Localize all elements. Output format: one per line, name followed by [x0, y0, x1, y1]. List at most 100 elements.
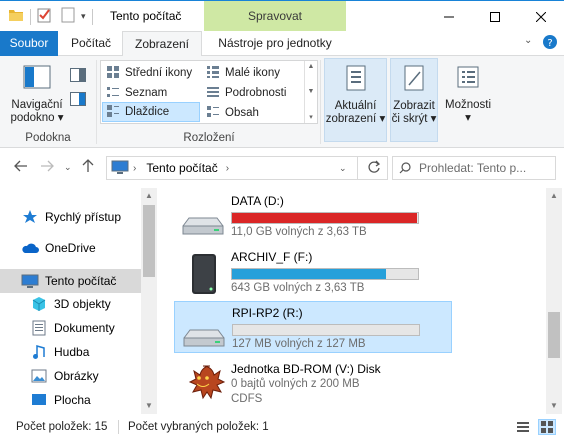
scroll-down-icon[interactable]: ▼ — [546, 398, 562, 414]
nav-item-quick-access[interactable]: Rychlý přístup — [0, 205, 143, 229]
large-icons-view-icon — [541, 421, 553, 433]
drive-filesystem: CDFS — [231, 393, 263, 405]
computer-icon — [111, 160, 129, 177]
drive-tile[interactable]: Jednotka BD-ROM (V:) Disk 0 bajtů volnýc… — [174, 358, 452, 414]
layout-medium-icons[interactable]: Střední ikony — [103, 63, 201, 83]
close-button[interactable] — [518, 1, 564, 32]
address-history-dropdown[interactable]: ⌄ — [339, 163, 347, 174]
layout-list[interactable]: Seznam — [103, 83, 201, 103]
help-button[interactable]: ? — [543, 35, 557, 49]
forward-button[interactable] — [40, 159, 54, 175]
pictures-icon — [30, 368, 48, 384]
drive-tile[interactable]: DATA (D:) 11,0 GB volných z 3,63 TB — [174, 190, 452, 242]
drive-usage-bar — [231, 212, 419, 224]
breadcrumb-separator-icon[interactable]: › — [133, 163, 136, 174]
chevron-down-icon: ⌄ — [524, 35, 533, 46]
layout-small-icons[interactable]: Malé ikony — [203, 63, 303, 83]
details-view-button[interactable] — [516, 420, 530, 437]
nav-item-this-pc[interactable]: Tento počítač — [0, 269, 143, 293]
drive-tile[interactable]: RPI-RP2 (R:) 127 MB volných z 127 MB — [174, 301, 452, 353]
arrow-left-icon — [14, 160, 27, 172]
tab-file[interactable]: Soubor — [0, 31, 58, 56]
drive-name: Jednotka BD-ROM (V:) Disk — [231, 362, 381, 376]
content-scrollbar[interactable]: ▲ ▼ — [546, 188, 562, 414]
drive-tile[interactable]: ARCHIV_F (F:) 643 GB volných z 3,63 TB — [174, 246, 452, 298]
title-bar: ▾ Tento počítač Spravovat — [0, 0, 564, 32]
svg-text:?: ? — [547, 38, 552, 49]
content-scroll-thumb[interactable] — [548, 312, 560, 358]
scroll-up-icon[interactable]: ▲ — [141, 188, 157, 204]
panes-group-label: Podokna — [25, 132, 71, 144]
navigation-pane-button[interactable]: Navigační podokno ▾ — [6, 62, 68, 125]
current-view-button[interactable]: Aktuální zobrazení ▾ — [324, 58, 387, 142]
qat-dropdown-icon[interactable]: ▾ — [81, 11, 86, 22]
back-button[interactable] — [14, 159, 28, 175]
cloud-icon — [21, 240, 39, 256]
tab-computer[interactable]: Počítač — [60, 31, 122, 56]
layout-tiles[interactable]: Dlaždice — [102, 102, 200, 122]
refresh-icon — [368, 160, 381, 173]
breadcrumb-this-pc[interactable]: Tento počítač — [146, 161, 217, 175]
refresh-button[interactable] — [367, 160, 381, 177]
search-box[interactable]: Prohledat: Tento p... — [392, 156, 556, 180]
expand-gallery-icon[interactable]: ▾ — [309, 113, 313, 121]
nav-pane-label-1: Navigační — [11, 99, 63, 111]
layout-content[interactable]: Obsah — [203, 103, 303, 123]
navigation-pane-icon — [23, 65, 51, 89]
star-icon — [21, 209, 39, 225]
preview-pane-icon[interactable] — [70, 68, 86, 85]
large-icons-view-button[interactable] — [538, 419, 556, 435]
quick-access-toolbar: ▾ — [8, 7, 95, 26]
search-icon — [399, 162, 411, 174]
drive-name: ARCHIV_F (F:) — [231, 250, 313, 264]
options-button[interactable]: Možnosti ▾ — [442, 62, 494, 125]
collapse-ribbon-button[interactable]: ⌄ — [524, 35, 532, 46]
scroll-up-icon[interactable]: ▲ — [308, 63, 315, 70]
address-bar[interactable]: › Tento počítač › ⌄ — [106, 156, 388, 180]
up-button[interactable] — [82, 159, 94, 176]
hard-drive-icon — [181, 308, 227, 352]
show-hide-button[interactable]: Zobrazit či skrýt ▾ — [390, 58, 438, 142]
dragon-disc-icon — [180, 362, 226, 406]
document-icon — [30, 320, 48, 336]
layout-details[interactable]: Podrobnosti — [203, 83, 303, 103]
minimize-button[interactable] — [426, 1, 472, 32]
drive-free-space: 11,0 GB volných z 3,63 TB — [231, 226, 367, 238]
external-drive-icon — [180, 252, 226, 296]
drive-free-space: 0 bajtů volných z 200 MB — [231, 378, 360, 390]
address-row: ⌄ › Tento počítač › ⌄ Prohledat: Tento p… — [0, 148, 564, 188]
tab-drive-tools[interactable]: Nástroje pro jednotky — [206, 31, 344, 56]
arrow-right-icon — [41, 160, 54, 172]
drive-usage-bar — [232, 324, 420, 336]
layout-gallery: Střední ikony Malé ikony Seznam Podrobno… — [100, 60, 318, 124]
nav-pane-scroll-thumb[interactable] — [143, 205, 155, 277]
context-tab-manage[interactable]: Spravovat — [204, 1, 346, 32]
ribbon-tab-row: Soubor Počítač Zobrazení Nástroje pro je… — [0, 31, 564, 57]
nav-item-3d-objects[interactable]: 3D objekty — [0, 292, 143, 316]
details-view-icon — [517, 422, 529, 432]
list-icon — [106, 85, 120, 102]
hard-drive-icon — [180, 196, 226, 240]
tab-view[interactable]: Zobrazení — [122, 31, 202, 57]
content-pane: DATA (D:) 11,0 GB volných z 3,63 TB ARCH… — [160, 188, 546, 414]
new-folder-icon[interactable] — [61, 7, 75, 26]
folder-icon[interactable] — [8, 8, 24, 25]
properties-icon[interactable] — [37, 7, 51, 26]
nav-item-desktop[interactable]: Plocha — [0, 388, 143, 412]
scroll-down-icon[interactable]: ▼ — [308, 88, 315, 95]
nav-item-onedrive[interactable]: OneDrive — [0, 236, 143, 260]
layout-gallery-scroll[interactable]: ▲ ▼ ▾ — [304, 61, 317, 123]
nav-item-pictures[interactable]: Obrázky — [0, 364, 143, 388]
scroll-down-icon[interactable]: ▼ — [141, 398, 157, 414]
nav-pane-scrollbar[interactable]: ▲ ▼ — [141, 188, 157, 414]
nav-item-music[interactable]: Hudba — [0, 340, 143, 364]
breadcrumb-chevron-icon[interactable]: › — [226, 163, 229, 174]
nav-item-documents[interactable]: Dokumenty — [0, 316, 143, 340]
navigation-pane: Rychlý přístup OneDrive Tento počítač 3D… — [0, 188, 157, 414]
recent-locations-button[interactable]: ⌄ — [64, 162, 72, 173]
selected-count: Počet vybraných položek: 1 — [128, 421, 269, 433]
item-count: Počet položek: 15 — [16, 421, 108, 433]
maximize-button[interactable] — [472, 1, 518, 32]
details-pane-icon[interactable] — [70, 92, 86, 109]
scroll-up-icon[interactable]: ▲ — [546, 188, 562, 204]
